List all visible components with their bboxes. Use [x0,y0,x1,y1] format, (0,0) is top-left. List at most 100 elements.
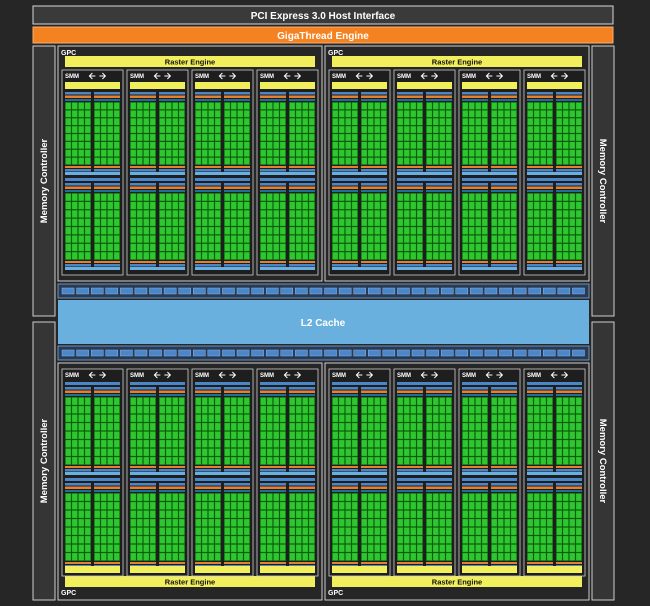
cuda-core [296,118,302,126]
cuda-core [540,218,546,226]
cuda-core [159,440,165,448]
register-file [130,99,156,101]
cuda-core [208,406,214,414]
cuda-core [534,252,540,260]
cuda-core [504,227,510,235]
warp-scheduler [289,92,315,95]
gpc: Raster EngineGPCSMM SMM SMM SMM [57,45,323,282]
cuda-core [289,149,295,157]
warp-scheduler [94,92,120,95]
cuda-core [556,553,562,561]
ld-st-unit [332,562,358,564]
l2-cache-segment [470,287,483,295]
cuda-core [433,553,439,561]
l2-cache-segment [149,349,162,357]
cuda-core [114,431,120,439]
cuda-core [237,431,243,439]
cuda-core [302,157,308,165]
cuda-core [433,149,439,157]
cuda-core [202,431,208,439]
sfu-unit [332,264,358,267]
cuda-core [381,110,387,118]
instruction-cache [332,82,387,89]
cuda-core [208,134,214,141]
cuda-core [179,493,185,501]
cuda-core [556,457,562,465]
cuda-core [159,218,165,226]
cuda-core [374,431,380,439]
cuda-core [267,510,273,518]
cuda-core [374,510,380,518]
cuda-core [296,544,302,552]
shared-memory [527,172,582,175]
cuda-core [260,141,266,149]
cuda-core [231,110,237,118]
cuda-core [78,527,84,535]
cuda-core [289,134,295,141]
cuda-core [404,510,410,518]
cuda-core [498,201,504,210]
cuda-core [475,157,481,165]
cuda-core [202,440,208,448]
cuda-core [352,201,358,210]
cuda-core [527,252,533,260]
dispatch-unit [94,486,120,489]
cuda-core [547,457,553,465]
warp-scheduler [491,483,517,486]
cuda-core [397,243,403,252]
register-file [195,490,221,492]
cuda-core [85,201,91,210]
cuda-core [159,457,165,465]
cuda-core [150,243,156,252]
cuda-core [130,536,136,544]
cuda-core [143,193,149,201]
dispatch-unit [491,95,517,98]
cuda-core [195,102,201,110]
cuda-core [352,406,358,414]
cuda-core [267,102,273,110]
dispatch-unit [397,95,423,98]
cuda-core [267,243,273,252]
cuda-core [101,406,107,414]
cuda-core [150,126,156,133]
cuda-core [482,406,488,414]
cuda-core [280,448,286,456]
cuda-core [534,414,540,422]
warp-scheduler [65,92,91,95]
cuda-core [563,423,569,431]
cuda-core [166,157,172,165]
cuda-core [280,118,286,126]
cuda-core [361,397,367,405]
cuda-core [172,440,178,448]
cuda-core [166,252,172,260]
cuda-core [462,406,468,414]
cuda-core [237,440,243,448]
cuda-core [78,118,84,126]
cuda-core [491,201,497,210]
cuda-core [65,493,71,501]
cuda-core [302,134,308,141]
sfu-unit [260,264,286,267]
cuda-core [469,519,475,527]
ld-st-unit [65,166,91,168]
cuda-core [267,126,273,133]
cuda-core [504,110,510,118]
cuda-core [72,210,78,218]
cuda-core [433,493,439,501]
cuda-core [576,527,582,535]
cuda-core [137,134,143,141]
cuda-core [267,235,273,243]
cuda-core [273,414,279,422]
cuda-core [556,252,562,260]
shared-memory [65,172,120,175]
cuda-core [374,397,380,405]
cuda-core [361,118,367,126]
cuda-core [374,423,380,431]
cuda-core [159,126,165,133]
cuda-core [381,126,387,133]
cuda-core [72,493,78,501]
register-file [159,190,185,192]
cuda-core [172,243,178,252]
cuda-core [511,210,517,218]
cuda-core [446,536,452,544]
